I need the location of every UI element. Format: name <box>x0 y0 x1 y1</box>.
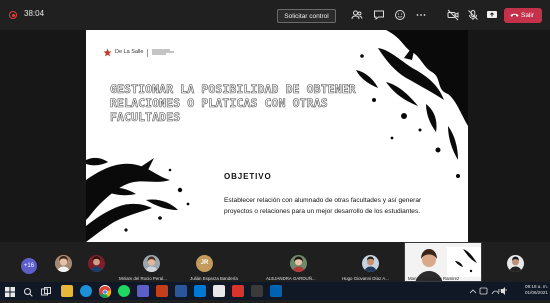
participant-avatar[interactable]: JR <box>196 255 213 272</box>
participant-name: Julián Esparza Bandería <box>190 276 238 281</box>
powerpoint-icon[interactable] <box>156 285 168 297</box>
camera-off-icon[interactable] <box>446 8 460 22</box>
participant-avatar[interactable] <box>362 255 379 272</box>
participant-avatar[interactable] <box>290 255 307 272</box>
meeting-toolbar: 38:04 Solicitar control Salir <box>0 0 550 30</box>
file-explorer-icon[interactable] <box>61 285 73 297</box>
presentation-slide: De La Salle GESTIONAR LA POSIBILIDAD DE … <box>86 30 468 242</box>
participants-icon[interactable] <box>350 8 364 22</box>
chrome-browser-icon[interactable] <box>99 285 112 299</box>
chat-icon[interactable] <box>372 8 386 22</box>
more-options-icon[interactable] <box>414 8 428 22</box>
request-control-button[interactable]: Solicitar control <box>277 9 336 23</box>
share-screen-icon[interactable] <box>485 8 499 22</box>
edge-browser-icon[interactable] <box>80 285 92 297</box>
logo-text: De La Salle <box>115 48 144 55</box>
logo-divider <box>147 48 149 57</box>
microphone-off-icon[interactable] <box>466 8 480 22</box>
phone-hangup-icon <box>510 13 519 17</box>
participant-name: ALEJANDRA GARDUÑ... <box>266 276 316 281</box>
university-logo: De La Salle <box>103 48 175 57</box>
leave-button[interactable]: Salir <box>504 8 542 23</box>
clock-date: 01/06/2021 <box>525 290 548 295</box>
logo-subtitle-mark <box>152 49 175 57</box>
reactions-icon[interactable] <box>393 8 407 22</box>
recording-icon <box>9 11 17 19</box>
system-clock[interactable]: 09:18 a. m. 01/06/2021 <box>514 284 548 296</box>
outlook-icon[interactable] <box>194 285 206 297</box>
leave-label: Salir <box>521 12 535 19</box>
shared-content-stage: De La Salle GESTIONAR LA POSIBILIDAD DE … <box>0 30 550 272</box>
participant-avatar[interactable] <box>55 255 72 272</box>
participant-name: Miriam del Rocio Peral... <box>119 276 167 281</box>
more-participants-badge[interactable]: +16 <box>21 258 37 274</box>
participant-avatar[interactable] <box>507 255 524 272</box>
word-icon[interactable] <box>175 285 187 297</box>
participant-name: Maria Guadalupe Ramirez <box>408 276 460 281</box>
participant-video-tile[interactable]: Maria Guadalupe Ramirez <box>404 242 482 282</box>
task-view-icon[interactable] <box>40 285 52 297</box>
objective-heading: OBJETIVO <box>224 172 272 181</box>
participant-name: Hugo Giovanni Díaz A... <box>342 276 389 281</box>
participant-avatar[interactable] <box>143 255 160 272</box>
acrobat-icon[interactable] <box>232 285 244 297</box>
input-language[interactable]: ESP <box>498 288 507 293</box>
windows-start-icon[interactable] <box>4 285 16 297</box>
search-icon[interactable] <box>22 285 34 297</box>
objective-text: Establecer relación con alumnado de otra… <box>224 197 422 215</box>
participant-avatar[interactable] <box>88 255 105 272</box>
spotify-icon[interactable] <box>118 285 130 297</box>
teams-icon[interactable] <box>137 285 149 297</box>
participant-strip: +16 Miriam del Rocio Peral... JR Julián … <box>0 242 550 282</box>
windows-taskbar: ESP 09:18 a. m. 01/06/2021 <box>0 282 550 300</box>
notepad-icon[interactable] <box>213 285 225 297</box>
meeting-timer: 38:04 <box>24 9 45 18</box>
slide-title: GESTIONAR LA POSIBILIDAD DE OBTENER RELA… <box>110 82 356 125</box>
app-icon[interactable] <box>270 285 282 297</box>
star-logo-icon <box>103 48 112 57</box>
app-icon[interactable] <box>251 285 263 297</box>
